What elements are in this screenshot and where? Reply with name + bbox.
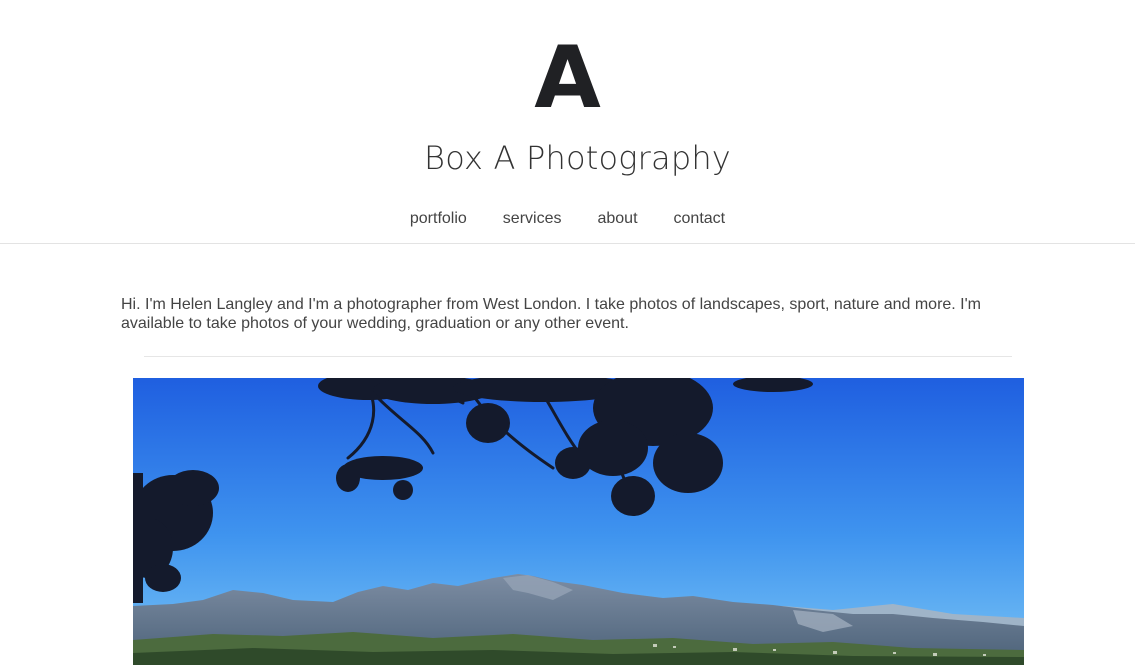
nav-item-contact[interactable]: contact	[674, 205, 726, 233]
site-header: A Box A Photography portfolio services a…	[0, 0, 1135, 244]
nav-item-about[interactable]: about	[597, 205, 637, 233]
logo-mark[interactable]: A	[0, 28, 1135, 128]
featured-photo[interactable]	[133, 378, 1024, 665]
section-divider	[144, 356, 1012, 357]
site-title[interactable]: Box A Photography	[0, 136, 1135, 180]
nav-item-portfolio[interactable]: portfolio	[410, 205, 467, 233]
intro-text: Hi. I'm Helen Langley and I'm a photogra…	[121, 296, 982, 332]
landscape-photo	[133, 378, 1024, 665]
main-nav: portfolio services about contact	[0, 205, 1135, 233]
nav-item-services[interactable]: services	[503, 205, 562, 233]
